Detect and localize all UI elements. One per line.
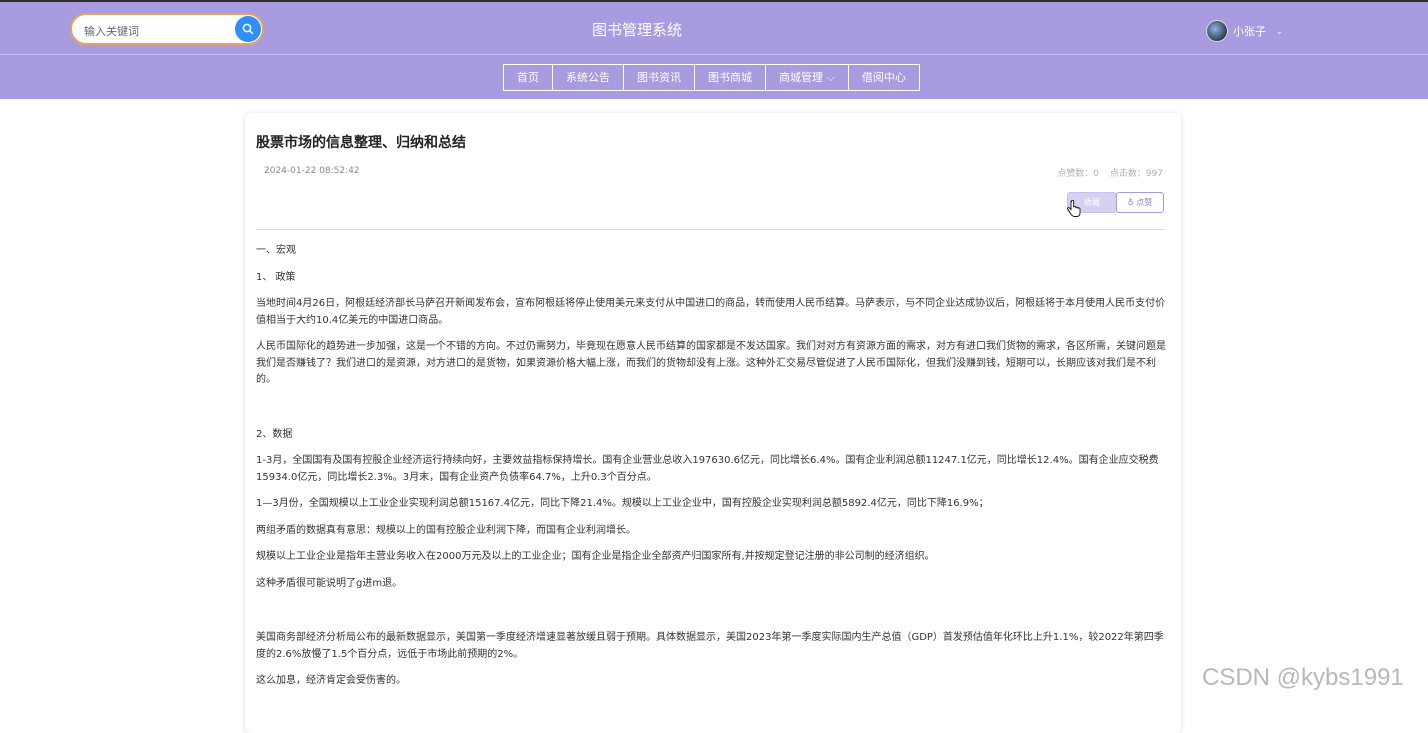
article-title: 股票市场的信息整理、归纳和总结 xyxy=(256,135,466,151)
hand-cursor-icon xyxy=(1067,200,1081,217)
paragraph: 当地时间4月26日，阿根廷经济部长马萨召开新闻发布会，宣布阿根廷将停止使用美元来… xyxy=(256,298,1166,326)
nav-item-book-news[interactable]: 图书资讯 xyxy=(623,64,695,91)
article-stats: 点赞数：0 点击数：997 xyxy=(1049,166,1163,179)
paragraph: 1—3月份，全国规模以上工业企业实现利润总额15167.4亿元，同比下降21.4… xyxy=(256,498,989,509)
paragraph: 美国商务部经济分析局公布的最新数据显示，美国第一季度经济增速显著放缓且弱于预期。… xyxy=(256,632,1164,660)
article-date: 2024-01-22 08:52:42 xyxy=(264,166,360,176)
nav-item-announcements[interactable]: 系统公告 xyxy=(552,64,624,91)
avatar xyxy=(1206,20,1228,42)
like-count: 点赞数：0 xyxy=(1057,169,1099,179)
article-card: 股票市场的信息整理、归纳和总结 2024-01-22 08:52:42 点赞数：… xyxy=(245,113,1181,733)
divider xyxy=(256,229,1164,230)
user-menu[interactable]: 小张子 ⌄ xyxy=(1206,20,1283,42)
paragraph: 规模以上工业企业是指年主营业务收入在2000万元及以上的工业企业；国有企业是指企… xyxy=(256,551,935,562)
like-button[interactable]: ♁ 点赞 xyxy=(1116,192,1164,213)
nav-bar: 首页 系统公告 图书资讯 图书商城 商城管理 ⌵ 借阅中心 xyxy=(0,54,1428,99)
nav-item-home[interactable]: 首页 xyxy=(503,64,553,91)
paragraph: 两组矛盾的数据真有意思：规模以上的国有控股企业利润下降，而国有企业利润增长。 xyxy=(256,524,636,536)
user-name: 小张子 xyxy=(1233,25,1266,38)
site-title: 图书管理系统 xyxy=(591,21,682,39)
nav-item-book-store[interactable]: 图书商城 xyxy=(694,64,766,91)
subsection-heading: 1、 政策 xyxy=(256,271,296,283)
view-count: 点击数：997 xyxy=(1109,169,1163,179)
top-header: 图书管理系统 小张子 ⌄ xyxy=(0,0,1428,54)
chevron-down-icon: ⌄ xyxy=(1276,26,1283,36)
watermark: CSDN @kybs1991 xyxy=(1202,664,1404,691)
paragraph: 这种矛盾很可能说明了g进m退。 xyxy=(256,577,403,589)
section-heading: 一、宏观 xyxy=(256,245,296,256)
paragraph: 人民币国际化的趋势进一步加强，这是一个不错的方向。不过仍需努力，毕竟现在愿意人民… xyxy=(256,341,1166,385)
nav-item-borrow-center[interactable]: 借阅中心 xyxy=(847,64,920,91)
subsection-heading: 2、数据 xyxy=(256,428,293,440)
paragraph: 1-3月，全国国有及国有控股企业经济运行持续向好，主要效益指标保持增长。国有企业… xyxy=(256,455,1159,483)
paragraph: 这么加息，经济肯定会受伤害的。 xyxy=(256,675,406,686)
nav-item-store-management[interactable]: 商城管理 ⌵ xyxy=(765,64,849,91)
nav-menu: 首页 系统公告 图书资讯 图书商城 商城管理 ⌵ 借阅中心 xyxy=(503,64,920,91)
article-content: 一、宏观 1、 政策 当地时间4月26日，阿根廷经济部长马萨召开新闻发布会，宣布… xyxy=(256,243,1168,690)
